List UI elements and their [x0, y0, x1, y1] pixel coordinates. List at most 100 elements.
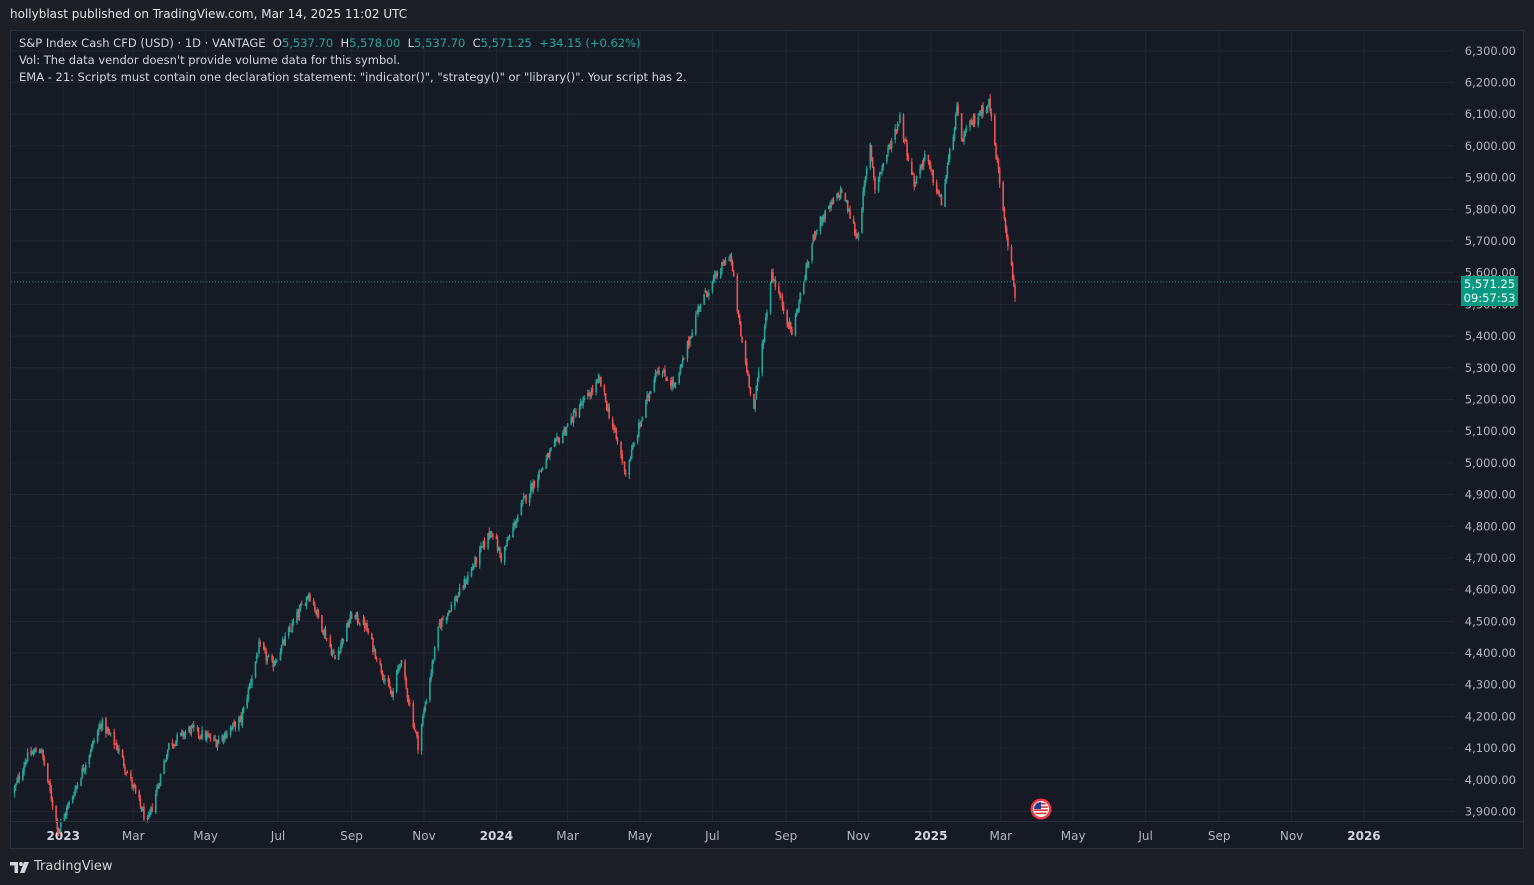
candle-body	[154, 793, 157, 813]
candle-body	[329, 637, 332, 648]
candle-body	[887, 147, 889, 154]
candle-body	[357, 621, 360, 624]
candle-body	[247, 688, 250, 700]
candle-body	[558, 437, 561, 443]
legend-symbol[interactable]: S&P Index Cash CFD (USD) · 1D · VANTAGE	[19, 36, 266, 50]
candle-body	[179, 732, 182, 736]
candle-body	[786, 310, 788, 324]
candle-body	[321, 615, 323, 632]
candle-body	[214, 738, 216, 741]
candle-body	[58, 828, 61, 833]
y-tick-label: 4,700.00	[1465, 551, 1516, 565]
candle-body	[232, 723, 234, 729]
candle-body	[130, 772, 132, 779]
candle-body	[456, 596, 459, 602]
candle-body	[521, 500, 524, 505]
legend-volume-line[interactable]: Vol: The data vendor doesn't provide vol…	[19, 52, 687, 69]
candle-body	[55, 805, 57, 819]
legend-close-label: C	[472, 36, 481, 50]
candle-body	[905, 140, 907, 142]
y-tick-label: 4,200.00	[1465, 709, 1516, 723]
candle-body	[691, 332, 694, 338]
candle-body	[266, 657, 269, 661]
candle-body	[623, 462, 626, 472]
candle-body	[483, 541, 486, 548]
candle-body	[565, 428, 568, 435]
candle-body	[22, 771, 24, 780]
candle-body	[852, 218, 855, 224]
candle-body	[755, 386, 758, 399]
candle-body	[267, 656, 270, 658]
x-tick-label: May	[628, 829, 653, 843]
candle-body	[789, 322, 792, 330]
candle-body	[886, 155, 888, 162]
candle-body	[208, 735, 210, 737]
x-tick-label: 2025	[914, 829, 947, 843]
y-tick-label: 5,900.00	[1465, 171, 1516, 185]
candle-body	[234, 721, 237, 729]
candle-body	[264, 649, 266, 651]
candle-body	[255, 656, 258, 660]
candle-body	[881, 168, 883, 172]
candle-body	[738, 315, 741, 325]
y-tick-label: 4,500.00	[1465, 614, 1516, 628]
candle-body	[774, 280, 777, 288]
candle-body	[611, 419, 614, 427]
candle-body	[190, 726, 193, 733]
x-tick-label: Mar	[122, 829, 145, 843]
candle-body	[109, 732, 112, 734]
candle-body	[67, 804, 69, 810]
candle-body	[664, 369, 666, 377]
candle-body	[1011, 263, 1014, 280]
candle-body	[666, 379, 669, 381]
chart-frame[interactable]: 3,900.00 4,000.00 4,100.00 4,200.00 4,300.00…	[10, 30, 1524, 849]
candle-body	[366, 623, 368, 632]
candle-body	[533, 480, 536, 487]
candle-body	[30, 750, 32, 756]
candle-body	[334, 654, 336, 659]
candle-body	[965, 127, 968, 131]
x-tick-label: 2026	[1347, 829, 1380, 843]
candle-body	[935, 181, 938, 193]
candle-body	[954, 115, 957, 130]
candle-body	[674, 382, 677, 385]
candle-body	[374, 649, 377, 659]
candle-body	[489, 531, 492, 539]
candle-body	[996, 157, 999, 160]
candle-body	[121, 749, 124, 758]
x-tick-label: Sep	[775, 829, 798, 843]
candle-body	[699, 304, 702, 310]
tradingview-brand[interactable]: TradingView	[10, 859, 113, 874]
legend-high-label: H	[340, 36, 350, 50]
candle-body	[14, 784, 17, 788]
candle-body	[60, 822, 62, 828]
candle-body	[747, 371, 749, 376]
candle-body	[516, 516, 519, 522]
candle-body	[525, 494, 527, 502]
candle-body	[300, 604, 303, 606]
candle-body	[957, 104, 959, 114]
candle-body	[795, 309, 798, 315]
x-tick-label: Mar	[556, 829, 579, 843]
candle-body	[381, 671, 384, 677]
candle-body	[413, 725, 416, 729]
us-flag-icon[interactable]	[1030, 798, 1052, 820]
candle-body	[412, 703, 415, 727]
candle-body	[1002, 182, 1004, 211]
candle-body	[761, 343, 764, 373]
candle-body	[924, 153, 926, 160]
legend-ema-line[interactable]: EMA - 21: Scripts must contain one decla…	[19, 69, 687, 86]
candlestick-chart[interactable]: 3,900.00 4,000.00 4,100.00 4,200.00 4,300.00…	[11, 31, 1523, 848]
y-tick-label: 5,200.00	[1465, 392, 1516, 406]
candle-body	[80, 778, 82, 786]
candle-body	[907, 155, 910, 161]
candle-body	[23, 766, 25, 772]
candle-body	[159, 774, 162, 787]
candle-body	[73, 795, 75, 797]
candle-body	[96, 730, 99, 742]
candle-body	[367, 630, 370, 634]
legend-change: +34.15 (+0.62%)	[539, 36, 641, 50]
candle-body	[512, 526, 514, 537]
candle-body	[960, 113, 963, 141]
candle-body	[765, 317, 767, 325]
